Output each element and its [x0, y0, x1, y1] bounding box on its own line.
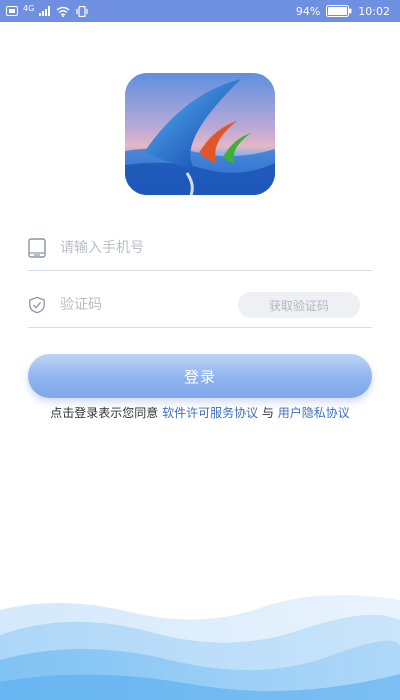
phone-icon [28, 238, 46, 258]
battery-icon [326, 5, 352, 17]
signal-icon [39, 6, 51, 16]
sailboat-logo-icon [125, 73, 275, 195]
phone-input[interactable] [60, 236, 260, 260]
phone-field [28, 226, 372, 271]
login-button[interactable]: 登录 [28, 354, 372, 398]
status-left-icons: 4G [6, 4, 89, 18]
agreement-text: 点击登录表示您同意 软件许可服务协议 与 用户隐私协议 [0, 404, 400, 421]
sim-icon [6, 6, 18, 16]
agreement-prefix: 点击登录表示您同意 [50, 406, 163, 420]
battery-percent: 94% [295, 4, 321, 18]
shield-check-icon [29, 296, 45, 314]
status-right-info: 94% 10:02 [296, 3, 390, 19]
status-bar: 4G 94% 10:02 [0, 0, 400, 22]
code-field: 获取验证码 [28, 283, 372, 328]
code-input[interactable] [60, 293, 210, 317]
decorative-waves [0, 595, 400, 700]
agreement-connector: 与 [258, 406, 278, 420]
wifi-icon [56, 6, 70, 17]
vibrate-icon [76, 5, 88, 17]
get-code-button[interactable]: 获取验证码 [238, 292, 360, 318]
status-time: 10:02 [358, 4, 390, 18]
license-agreement-link[interactable]: 软件许可服务协议 [162, 406, 258, 420]
app-logo [125, 73, 275, 195]
privacy-policy-link[interactable]: 用户隐私协议 [278, 406, 350, 420]
network-type-label: 4G [23, 3, 35, 13]
